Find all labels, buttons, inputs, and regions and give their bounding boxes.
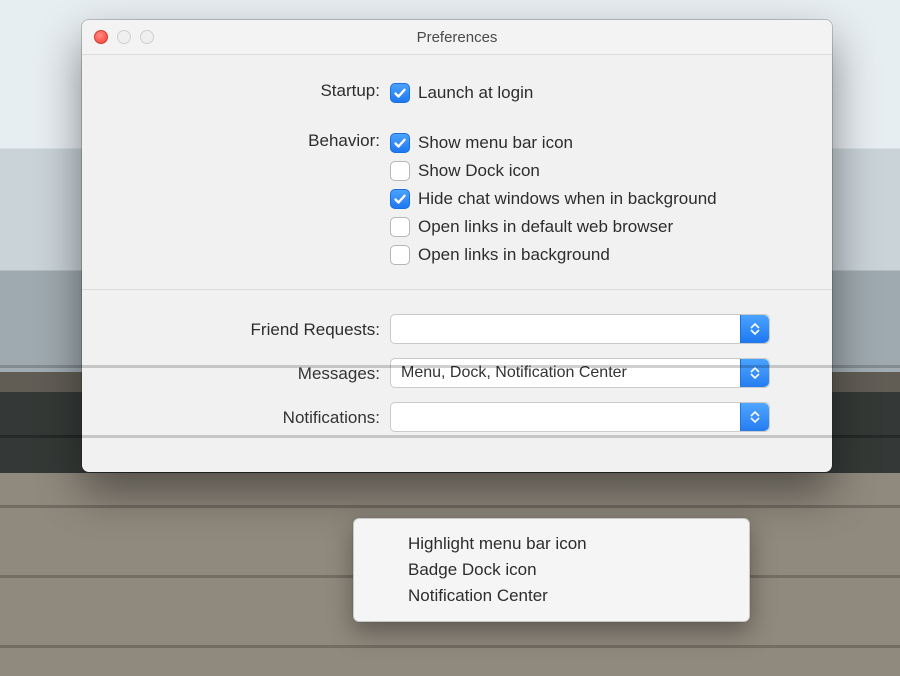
behavior-row: Behavior: Show menu bar icon Show Dock i…: [120, 129, 794, 269]
friend-requests-row: Friend Requests:: [120, 314, 794, 344]
dropdown-item-badge-dock[interactable]: Badge Dock icon: [354, 557, 749, 583]
show-menu-bar-icon-label: Show menu bar icon: [418, 133, 573, 153]
dropdown-item-notification-center[interactable]: Notification Center: [354, 583, 749, 609]
minimize-button[interactable]: [117, 30, 131, 44]
chevron-up-down-icon: [740, 315, 769, 343]
launch-at-login-label: Launch at login: [418, 83, 533, 103]
launch-at-login-checkbox[interactable]: [390, 83, 410, 103]
desktop-background: Preferences Startup: Launch at login: [0, 0, 900, 676]
window-title: Preferences: [417, 29, 498, 46]
notifications-row: Notifications:: [120, 402, 794, 432]
show-dock-icon-checkbox[interactable]: [390, 161, 410, 181]
close-button[interactable]: [94, 30, 108, 44]
open-links-background-label: Open links in background: [418, 245, 610, 265]
notifications-select[interactable]: [390, 402, 770, 432]
startup-label: Startup:: [120, 79, 390, 101]
friend-requests-label: Friend Requests:: [120, 318, 390, 340]
chevron-up-down-icon: [740, 359, 769, 387]
show-dock-icon-label: Show Dock icon: [418, 161, 540, 181]
messages-value: Menu, Dock, Notification Center: [391, 364, 740, 382]
chevron-up-down-icon: [740, 403, 769, 431]
hide-chat-windows-checkbox[interactable]: [390, 189, 410, 209]
window-controls: [94, 30, 154, 44]
messages-label: Messages:: [120, 362, 390, 384]
section-separator: [82, 289, 832, 290]
preferences-window: Preferences Startup: Launch at login: [82, 20, 832, 472]
open-links-background-checkbox[interactable]: [390, 245, 410, 265]
notifications-dropdown-menu: Highlight menu bar icon Badge Dock icon …: [353, 518, 750, 622]
hide-chat-windows-label: Hide chat windows when in background: [418, 189, 717, 209]
friend-requests-select[interactable]: [390, 314, 770, 344]
notifications-label: Notifications:: [120, 406, 390, 428]
open-links-default-checkbox[interactable]: [390, 217, 410, 237]
show-menu-bar-icon-checkbox[interactable]: [390, 133, 410, 153]
open-links-default-label: Open links in default web browser: [418, 217, 673, 237]
dropdown-item-highlight-menu[interactable]: Highlight menu bar icon: [354, 531, 749, 557]
behavior-label: Behavior:: [120, 129, 390, 151]
window-titlebar: Preferences: [82, 20, 832, 55]
zoom-button[interactable]: [140, 30, 154, 44]
messages-row: Messages: Menu, Dock, Notification Cente…: [120, 358, 794, 388]
messages-select[interactable]: Menu, Dock, Notification Center: [390, 358, 770, 388]
startup-row: Startup: Launch at login: [120, 79, 794, 107]
window-body: Startup: Launch at login Behavior:: [82, 55, 832, 472]
